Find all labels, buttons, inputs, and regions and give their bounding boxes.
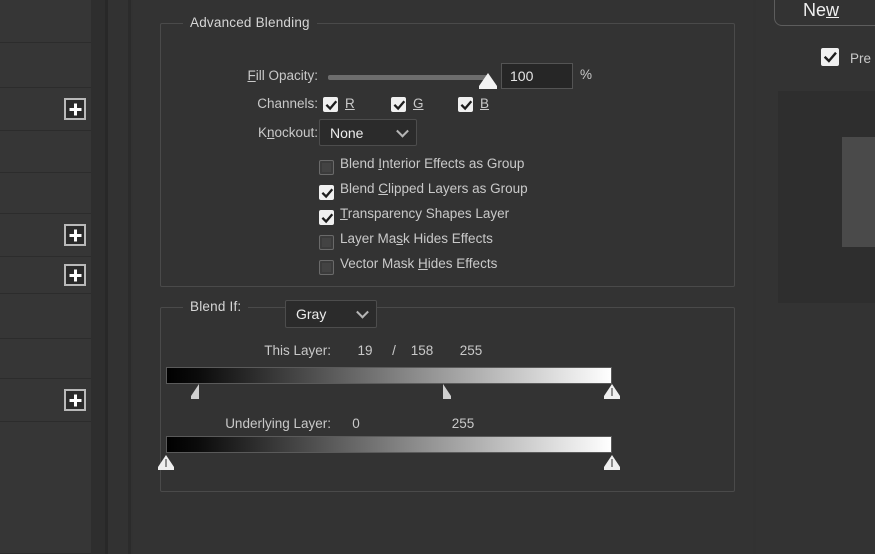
photoshop-layer-style-dialog: Advanced Blending Fill Opacity: 100 % Ch…: [0, 0, 875, 554]
underlying-layer-label: Underlying Layer:: [225, 416, 331, 431]
option-checkbox-0[interactable]: [319, 160, 334, 175]
this-layer-label: This Layer:: [264, 343, 331, 358]
layer-row[interactable]: [0, 422, 91, 554]
this-layer-low-a: 19: [357, 343, 373, 358]
dialog-body: Advanced Blending Fill Opacity: 100 % Ch…: [133, 0, 753, 554]
layer-row[interactable]: [0, 294, 91, 339]
channel-checkbox-g[interactable]: [391, 97, 406, 112]
channel-label-g: G: [413, 96, 424, 111]
chevron-down-icon: [356, 305, 369, 319]
channels-label: Channels:: [257, 96, 318, 111]
layer-row[interactable]: [0, 0, 91, 43]
advanced-blending-group: Advanced Blending: [160, 15, 735, 287]
layer-row[interactable]: [0, 173, 91, 214]
add-icon[interactable]: [64, 98, 86, 120]
blend-if-channel-select[interactable]: Gray: [285, 300, 377, 328]
fill-opacity-label-text: ill Opacity:: [255, 68, 318, 83]
option-label-2: Transparency Shapes Layer: [340, 206, 510, 221]
layer-row[interactable]: [0, 379, 91, 422]
channel-checkbox-r[interactable]: [323, 97, 338, 112]
fill-opacity-unit: %: [580, 67, 593, 82]
layer-row[interactable]: [0, 339, 91, 379]
blend-if-title: Blend If:: [183, 299, 249, 314]
this-layer-gradient: [166, 367, 612, 384]
layer-row[interactable]: [0, 43, 91, 88]
fill-opacity-thumb[interactable]: [479, 73, 497, 89]
option-checkbox-4[interactable]: [319, 260, 334, 275]
layers-panel-strip: [0, 0, 91, 554]
underlying-layer-low: 0: [352, 416, 360, 431]
channel-label-b: B: [480, 96, 490, 111]
chevron-down-icon: [396, 124, 409, 138]
option-label-0: Blend Interior Effects as Group: [340, 156, 525, 171]
option-label-4: Vector Mask Hides Effects: [340, 256, 498, 271]
fill-opacity-slider[interactable]: [328, 67, 497, 93]
panel-divider-inner: [128, 0, 131, 554]
new-button-label-a: Ne: [803, 0, 827, 20]
option-label-1: Blend Clipped Layers as Group: [340, 181, 528, 196]
knockout-label-text: K: [257, 125, 267, 140]
layer-row[interactable]: [0, 88, 91, 131]
blend-if-slider-handle[interactable]: [604, 455, 620, 470]
blend-if-slider-handle[interactable]: [158, 455, 174, 470]
style-preview-box: [778, 91, 875, 303]
this-layer-low-b: 158: [410, 343, 434, 358]
add-icon[interactable]: [64, 224, 86, 246]
preview-checkbox[interactable]: [821, 48, 839, 66]
blend-if-slider-handle[interactable]: [604, 384, 620, 399]
knockout-value: None: [330, 124, 364, 141]
underlying-layer-gradient: [166, 436, 612, 453]
option-label-3: Layer Mask Hides Effects: [340, 231, 493, 246]
preview-label: Pre: [850, 51, 872, 66]
new-style-button[interactable]: New: [774, 0, 875, 26]
this-layer-separator: /: [392, 343, 396, 358]
channel-checkbox-b[interactable]: [458, 97, 473, 112]
knockout-select[interactable]: None: [319, 119, 417, 146]
style-preview-thumbnail: [842, 137, 875, 247]
option-checkbox-2[interactable]: [319, 210, 334, 225]
add-icon[interactable]: [64, 389, 86, 411]
add-icon[interactable]: [64, 264, 86, 286]
layer-row[interactable]: [0, 214, 91, 257]
fill-opacity-track[interactable]: [328, 75, 488, 80]
sidebar-gutter: [91, 0, 105, 554]
layer-row[interactable]: [0, 257, 91, 294]
blend-if-channel-value: Gray: [296, 306, 327, 322]
this-layer-high: 255: [459, 343, 483, 358]
underlying-layer-high: 255: [451, 416, 475, 431]
knockout-label: Knockout:: [257, 125, 318, 140]
blend-if-label-b: nd If:: [210, 299, 242, 314]
option-checkbox-1[interactable]: [319, 185, 334, 200]
dialog-right-panel: New Pre: [756, 0, 875, 554]
blend-if-label-a: Bl: [190, 299, 203, 314]
fill-opacity-label: Fill Opacity:: [247, 68, 318, 83]
panel-divider-left: [105, 0, 108, 554]
fill-opacity-input[interactable]: 100: [501, 63, 573, 89]
layer-row[interactable]: [0, 131, 91, 173]
option-checkbox-3[interactable]: [319, 235, 334, 250]
advanced-blending-title: Advanced Blending: [183, 15, 317, 30]
channel-label-r: R: [345, 96, 355, 111]
underlying-layer-sliders[interactable]: [158, 455, 620, 475]
knockout-label-text2: ockout:: [274, 125, 318, 140]
this-layer-sliders[interactable]: [166, 384, 620, 404]
